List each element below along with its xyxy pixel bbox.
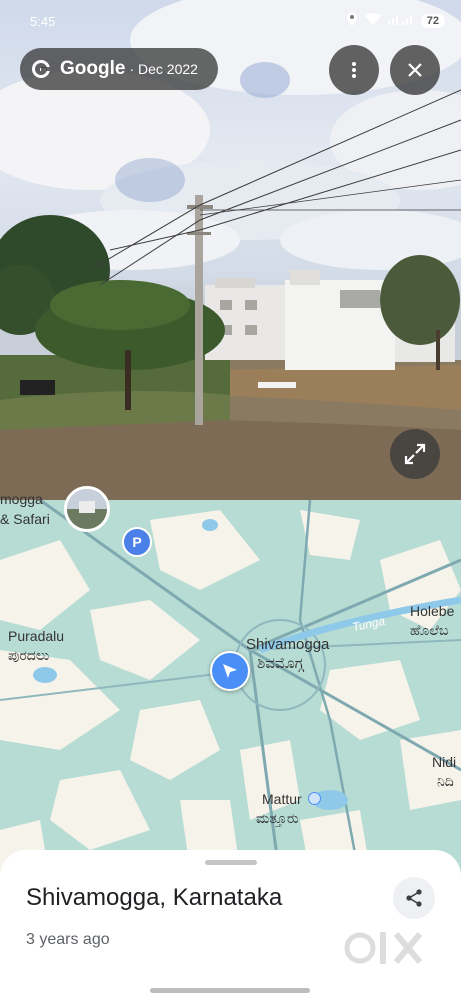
status-icons: 72 bbox=[346, 12, 445, 29]
map-label-mattur-kannada: ಮತ್ತೂರು bbox=[256, 810, 299, 826]
current-location-marker[interactable] bbox=[210, 651, 250, 691]
map-label-mattur: Mattur bbox=[262, 791, 302, 807]
more-vert-icon bbox=[352, 62, 356, 78]
map-label-nidi-kannada: ನಿದಿ bbox=[437, 773, 454, 789]
map-label-safari-top: mogga bbox=[0, 491, 43, 507]
location-icon bbox=[346, 12, 358, 29]
expand-street-view-button[interactable] bbox=[390, 429, 440, 479]
map-poi-dot[interactable] bbox=[308, 792, 321, 805]
map-label-holebe: Holebe bbox=[410, 603, 455, 619]
signal-icon bbox=[387, 13, 414, 28]
wifi-icon bbox=[364, 13, 381, 28]
status-bar: 5:45 72 bbox=[0, 0, 461, 44]
close-button[interactable] bbox=[390, 45, 440, 95]
status-time: 5:45 bbox=[30, 14, 56, 29]
sheet-drag-handle[interactable] bbox=[205, 860, 257, 865]
google-g-icon bbox=[32, 60, 50, 78]
expand-icon bbox=[404, 443, 426, 465]
share-button[interactable] bbox=[393, 877, 435, 919]
brand-label: Google bbox=[60, 58, 126, 79]
map-label-puradalu-kannada: ಪುರದಲು bbox=[8, 647, 50, 663]
street-view-attribution[interactable]: Google · Dec 2022 bbox=[20, 48, 218, 90]
navigation-arrow-icon bbox=[223, 664, 237, 678]
capture-date: · Dec 2022 bbox=[129, 61, 198, 77]
battery-badge: 72 bbox=[420, 13, 445, 28]
map-label-holebe-kannada: ಹೊಲೆಬ bbox=[410, 622, 449, 638]
map-label-shivamogga[interactable]: Shivamogga bbox=[246, 635, 329, 654]
parking-marker[interactable]: P bbox=[122, 527, 152, 557]
place-title: Shivamogga, Karnataka bbox=[26, 884, 283, 911]
map-label-nidi: Nidi bbox=[432, 754, 457, 770]
map-label-puradalu: Puradalu bbox=[8, 628, 65, 644]
share-icon bbox=[406, 889, 422, 907]
more-options-button[interactable] bbox=[329, 45, 379, 95]
close-icon bbox=[408, 63, 422, 77]
map-label-shivamogga-kannada: ಶಿವಮೊಗ್ಗ bbox=[257, 655, 304, 672]
street-view-thumbnail[interactable] bbox=[64, 486, 110, 532]
capture-time-ago: 3 years ago bbox=[26, 931, 110, 948]
map-label-safari: & Safari bbox=[0, 511, 50, 527]
olx-watermark bbox=[342, 924, 428, 979]
gesture-navigation-bar[interactable] bbox=[150, 988, 310, 993]
